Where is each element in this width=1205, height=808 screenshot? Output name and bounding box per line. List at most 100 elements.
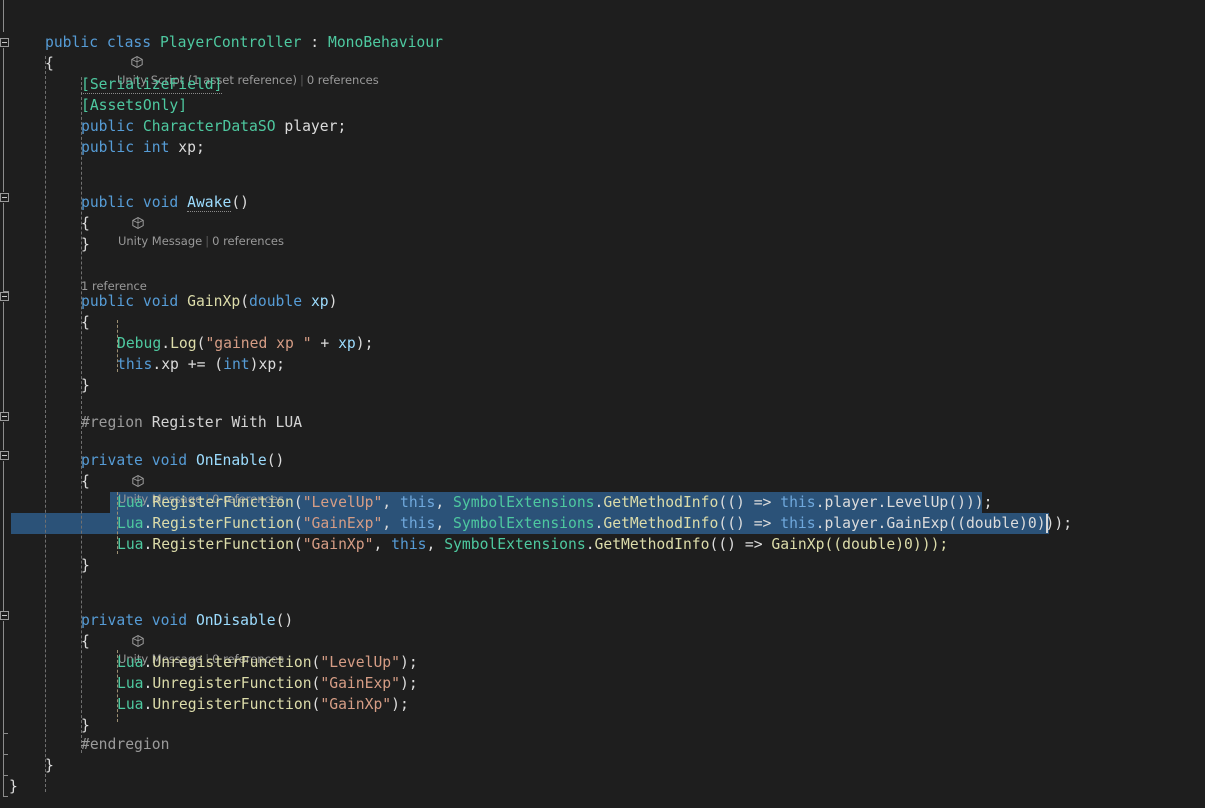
preprocessor-endregion: #endregion xyxy=(81,736,170,753)
method-registerfunction: RegisterFunction xyxy=(152,536,294,553)
brace: } xyxy=(45,757,54,774)
method-unregisterfunction: UnregisterFunction xyxy=(152,654,312,671)
keyword-private: private xyxy=(81,452,143,469)
field-name: player; xyxy=(284,118,347,135)
text-caret xyxy=(1046,514,1048,533)
brace: { xyxy=(45,55,54,72)
keyword-public: public xyxy=(81,118,135,135)
method-registerfunction: RegisterFunction xyxy=(152,515,294,532)
code-line-this-xp-assign[interactable]: this.xp += (int)xp; xyxy=(117,354,285,375)
method-registerfunction: RegisterFunction xyxy=(152,494,294,511)
type-lua: Lua xyxy=(117,494,144,511)
keyword-this: this xyxy=(399,494,436,511)
code-line-awake-close-brace[interactable]: } xyxy=(81,234,90,255)
type-lua: Lua xyxy=(117,536,144,553)
code-line-debug-log[interactable]: Debug.Log("gained xp " + xp); xyxy=(117,333,373,354)
parens: () xyxy=(275,612,294,629)
keyword-private: private xyxy=(81,612,143,629)
method-log: Log xyxy=(170,335,197,352)
brace: { xyxy=(81,473,90,490)
code-editor[interactable]: Unity Script (1 asset reference) | 0 refer… xyxy=(0,0,1205,808)
codelens-unity-label[interactable]: Unity Message xyxy=(118,234,202,248)
code-line-region-start[interactable]: #region Register With LUA xyxy=(81,412,302,433)
field-name: xp; xyxy=(178,139,205,156)
code-line-gainxp-signature[interactable]: public void GainXp(double xp) xyxy=(81,291,337,312)
code-line-onenable-close-brace[interactable]: } xyxy=(81,555,90,576)
code-line-register-gainxp[interactable]: Lua.RegisterFunction("GainXp", this, Sym… xyxy=(117,534,948,555)
code-line-ondisable-close-brace[interactable]: } xyxy=(81,715,90,736)
keyword-double: double xyxy=(249,293,303,310)
code-line-unregister-gainxp[interactable]: Lua.UnregisterFunction("GainXp"); xyxy=(117,694,409,715)
field-type: CharacterDataSO xyxy=(142,118,276,135)
type-symbolextensions: SymbolExtensions xyxy=(444,536,586,553)
type-debug: Debug xyxy=(117,335,162,352)
type-symbolextensions: SymbolExtensions xyxy=(453,515,595,532)
keyword-int: int xyxy=(223,356,250,373)
lambda-arrow: () => xyxy=(727,515,772,532)
method-name-onenable: OnEnable xyxy=(195,452,267,469)
code-line-gainxp-open-brace[interactable]: { xyxy=(81,312,90,333)
codelens-references[interactable]: 0 references xyxy=(212,234,284,248)
code-line-class-open-brace[interactable]: { xyxy=(45,53,54,74)
code-line-onenable-signature[interactable]: private void OnEnable() xyxy=(81,450,284,471)
lambda-body-gainxp: GainXp((double)0))); xyxy=(771,536,949,553)
brace: } xyxy=(81,377,90,394)
code-line-register-levelup[interactable]: Lua.RegisterFunction("LevelUp", this, Sy… xyxy=(117,492,992,513)
type-lua: Lua xyxy=(117,696,144,713)
preprocessor-region: #region xyxy=(81,414,143,431)
keyword-public: public xyxy=(81,139,135,156)
code-line-region-end[interactable]: #endregion xyxy=(81,734,169,755)
code-line-register-gainexp[interactable]: Lua.RegisterFunction("GainExp", this, Sy… xyxy=(117,513,1072,534)
codelens-separator: | xyxy=(205,234,210,248)
keyword-this: this xyxy=(780,494,816,511)
region-label: Register With LUA xyxy=(151,414,303,431)
brace: } xyxy=(9,778,18,795)
keyword-int: int xyxy=(142,139,170,156)
cast-tail: )xp; xyxy=(249,356,286,373)
type-lua: Lua xyxy=(117,654,144,671)
brace: } xyxy=(81,717,90,734)
keyword-this: this xyxy=(780,515,816,532)
code-line-awake-signature[interactable]: public void Awake() xyxy=(81,192,249,213)
method-getmethodinfo: GetMethodInfo xyxy=(594,536,710,553)
lambda-arrow: () => xyxy=(727,494,772,511)
base-class-name: MonoBehaviour xyxy=(327,34,443,51)
member-access: .xp += ( xyxy=(152,356,224,373)
string-literal: "GainXp" xyxy=(302,536,374,553)
code-line-field-player[interactable]: public CharacterDataSO player; xyxy=(81,116,346,137)
type-lua: Lua xyxy=(117,515,144,532)
string-literal: "LevelUp" xyxy=(320,654,400,671)
keyword-void: void xyxy=(151,452,188,469)
code-line-unregister-levelup[interactable]: Lua.UnregisterFunction("LevelUp"); xyxy=(117,652,418,673)
code-line-attr-assetsonly[interactable]: [AssetsOnly] xyxy=(81,95,187,116)
keyword-void: void xyxy=(151,612,188,629)
codelens-references[interactable]: 0 references xyxy=(307,73,379,87)
brace: { xyxy=(81,314,90,331)
code-line-class-close-brace[interactable]: } xyxy=(45,755,54,776)
code-line-onenable-open-brace[interactable]: { xyxy=(81,471,90,492)
code-line-gainxp-close-brace[interactable]: } xyxy=(81,375,90,396)
code-line-namespace-close-brace[interactable]: } xyxy=(9,776,18,797)
plus-operator: + xyxy=(320,335,330,352)
code-line-unregister-gainexp[interactable]: Lua.UnregisterFunction("GainExp"); xyxy=(117,673,418,694)
code-line-field-xp[interactable]: public int xp; xyxy=(81,137,205,158)
keyword-this: this xyxy=(391,536,427,553)
lambda-body: .player.GainExp((double)0))); xyxy=(815,515,1073,532)
string-literal: "gained xp " xyxy=(205,335,312,352)
parens: () xyxy=(231,194,250,211)
code-line-attr-serializefield[interactable]: [SerializeField] xyxy=(81,74,223,95)
keyword-public: public xyxy=(45,34,99,51)
dot: . xyxy=(161,335,171,352)
tail: ); xyxy=(399,654,418,671)
code-line-ondisable-signature[interactable]: private void OnDisable() xyxy=(81,610,293,631)
attribute-assetsonly: [AssetsOnly] xyxy=(81,97,188,114)
tail: ); xyxy=(399,675,418,692)
code-line-ondisable-open-brace[interactable]: { xyxy=(81,631,90,652)
code-surface[interactable]: Unity Script (1 asset reference) | 0 refer… xyxy=(0,0,1205,808)
keyword-public: public xyxy=(81,293,135,310)
keyword-this: this xyxy=(117,356,153,373)
code-line-class-declaration[interactable]: public class PlayerController : MonoBeha… xyxy=(45,32,443,53)
method-name-ondisable: OnDisable xyxy=(195,612,276,629)
code-line-awake-open-brace[interactable]: { xyxy=(81,213,90,234)
type-lua: Lua xyxy=(117,675,144,692)
